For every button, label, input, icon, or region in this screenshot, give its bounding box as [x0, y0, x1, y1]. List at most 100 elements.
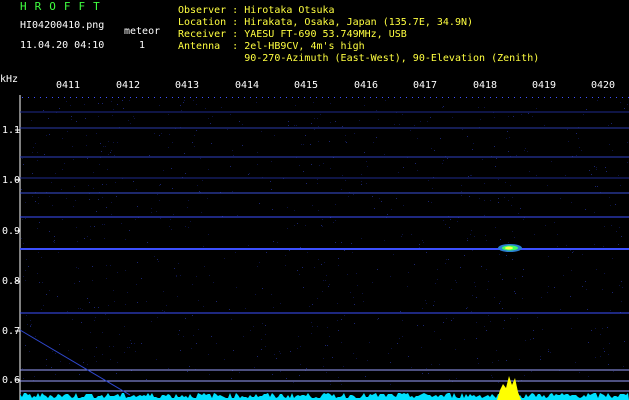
noise-dot: [137, 206, 138, 207]
marker-dot: [274, 97, 275, 98]
noise-dot: [443, 322, 444, 323]
noise-dot: [605, 167, 606, 168]
noise-dot: [29, 351, 30, 352]
noise-dot: [482, 159, 483, 160]
noise-dot: [235, 252, 236, 253]
noise-dot: [311, 333, 312, 334]
marker-dot: [478, 97, 479, 98]
noise-dot: [425, 300, 426, 301]
noise-dot: [73, 206, 74, 207]
noise-dot: [93, 172, 94, 173]
noise-dot: [310, 144, 311, 145]
noise-dot: [74, 186, 75, 187]
noise-dot: [259, 203, 260, 204]
noise-dot: [326, 275, 327, 276]
noise-dot: [133, 116, 134, 117]
noise-dot: [476, 322, 477, 323]
marker-dot: [610, 97, 611, 98]
noise-dot: [312, 326, 313, 327]
marker-dot: [526, 97, 527, 98]
noise-dot: [391, 348, 392, 349]
noise-dot: [43, 305, 44, 306]
noise-dot: [318, 259, 319, 260]
noise-dot: [341, 242, 342, 243]
noise-dot: [35, 201, 36, 202]
noise-dot: [353, 194, 354, 195]
noise-dot: [623, 366, 624, 367]
noise-dot: [204, 266, 205, 267]
noise-dot: [477, 358, 478, 359]
noise-dot: [352, 252, 353, 253]
noise-dot: [399, 338, 400, 339]
marker-dot: [34, 97, 35, 98]
noise-dot: [52, 205, 53, 206]
drift-trace: [19, 329, 131, 396]
noise-dot: [104, 238, 105, 239]
noise-dot: [427, 121, 428, 122]
noise-dot: [76, 267, 77, 268]
noise-dot: [548, 351, 549, 352]
noise-dot: [231, 319, 232, 320]
noise-dot: [323, 280, 324, 281]
noise-dot: [318, 126, 319, 127]
noise-dot: [615, 204, 616, 205]
noise-dot: [345, 180, 346, 181]
noise-dot: [434, 301, 435, 302]
marker-dot: [268, 97, 269, 98]
noise-dot: [394, 124, 395, 125]
noise-dot: [102, 184, 103, 185]
noise-dot: [72, 319, 73, 320]
noise-dot: [517, 318, 518, 319]
noise-dot: [184, 153, 185, 154]
noise-dot: [449, 227, 450, 228]
noise-dot: [77, 241, 78, 242]
noise-dot: [257, 356, 258, 357]
noise-dot: [125, 304, 126, 305]
noise-dot: [521, 114, 522, 115]
noise-dot: [390, 276, 391, 277]
marker-dot: [160, 97, 161, 98]
noise-dot: [456, 378, 457, 379]
noise-dot: [124, 352, 125, 353]
noise-dot: [608, 125, 609, 126]
noise-dot: [332, 357, 333, 358]
noise-dot: [98, 116, 99, 117]
noise-dot: [431, 148, 432, 149]
noise-dot: [403, 205, 404, 206]
noise-dot: [356, 358, 357, 359]
marker-dot: [616, 97, 617, 98]
noise-dot: [90, 239, 91, 240]
marker-dot: [310, 97, 311, 98]
noise-dot: [582, 254, 583, 255]
noise-dot: [500, 239, 501, 240]
noise-dot: [608, 354, 609, 355]
noise-dot: [311, 322, 312, 323]
noise-dot: [446, 318, 447, 319]
noise-dot: [377, 269, 378, 270]
noise-dot: [396, 198, 397, 199]
noise-dot: [329, 336, 330, 337]
noise-dot: [579, 372, 580, 373]
noise-dot: [205, 108, 206, 109]
noise-dot: [208, 234, 209, 235]
noise-dot: [280, 353, 281, 354]
noise-dot: [272, 374, 273, 375]
noise-dot: [317, 179, 318, 180]
noise-dot: [164, 311, 165, 312]
noise-dot: [109, 346, 110, 347]
noise-dot: [502, 279, 503, 280]
noise-dot: [117, 272, 118, 273]
marker-dot: [520, 97, 521, 98]
noise-dot: [576, 155, 577, 156]
noise-dot: [102, 103, 103, 104]
marker-dot: [322, 97, 323, 98]
marker-dot: [70, 97, 71, 98]
noise-dot: [294, 225, 295, 226]
noise-dot: [361, 238, 362, 239]
noise-dot: [542, 329, 543, 330]
noise-dot: [456, 282, 457, 283]
noise-dot: [353, 353, 354, 354]
noise-dot: [248, 174, 249, 175]
noise-dot: [490, 200, 491, 201]
noise-dot: [31, 324, 32, 325]
